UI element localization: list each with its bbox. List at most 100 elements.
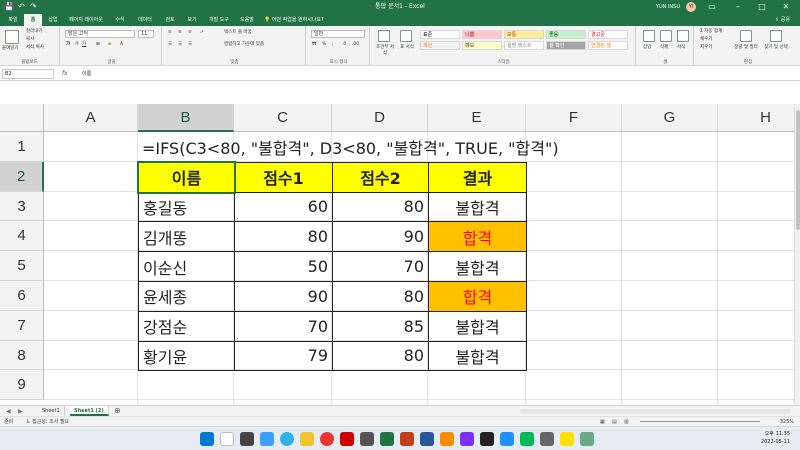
app-icon[interactable] [360,432,374,446]
score2-cell[interactable]: 85 [332,310,429,342]
avatar[interactable]: YI [686,2,696,12]
horizontal-scrollbar[interactable] [520,409,790,414]
score1-cell[interactable]: 90 [234,281,333,312]
tab-formulas[interactable]: 수식 [110,14,130,26]
zoom-slider[interactable] [640,417,760,422]
formula-input[interactable]: 이름 [80,69,780,79]
powerpoint-icon[interactable] [400,432,414,446]
name-cell[interactable]: 김개똥 [138,221,235,253]
user-name[interactable]: YUN INSU [656,1,680,13]
score2-cell[interactable]: 80 [332,340,429,372]
column-header-g[interactable]: G [622,104,718,132]
row-header-6[interactable]: 6 [0,281,44,311]
tab-help[interactable]: 도움말 [236,14,258,26]
tab-file[interactable]: 파일 [4,14,22,26]
tab-developer[interactable]: 개발 도구 [204,14,234,26]
task-view-icon[interactable] [240,432,254,446]
app-icon-4[interactable] [500,432,514,446]
tell-me-search[interactable]: 💡 어떤 작업을 원하시나요? [264,14,344,26]
fill-button[interactable]: 채우기 [700,37,712,43]
table-format-button[interactable]: 표 서식 [398,45,416,51]
find-select-icon[interactable] [770,30,782,42]
align-top-icon[interactable]: ≡ [168,30,172,36]
autosum-button[interactable]: Σ 자동 합계 [700,29,722,35]
scroll-thumb[interactable] [796,110,800,230]
opera-icon[interactable] [340,432,354,446]
currency-icon[interactable]: ₩ [312,42,316,48]
column-header-b[interactable]: B [138,104,234,132]
clear-button[interactable]: 지우기 [700,45,712,51]
align-center-icon[interactable]: ☰ [178,42,182,48]
settings-icon[interactable] [540,432,554,446]
cell-style-option[interactable]: 설명 텍스트 [504,41,544,50]
search-icon[interactable] [220,432,234,446]
worksheet-grid[interactable]: A B C D E F G H 1 2 3 4 5 6 7 8 9 =IFS(C3<80, "불합격", D3<8… [0,104,794,405]
font-name-select[interactable]: 맑은 고딕 [65,30,135,38]
row-header-7[interactable]: 7 [0,310,44,341]
cell-style-option[interactable]: 보통 [504,30,544,39]
taskbar-clock[interactable]: 오후 11:35 2022-05-11 [761,430,790,446]
tab-insert[interactable]: 삽입 [44,14,62,26]
result-cell[interactable]: 불합격 [428,191,527,223]
align-middle-icon[interactable]: ≡ [178,30,182,36]
fx-icon[interactable]: fx [62,69,68,79]
row-header-2[interactable]: 2 [0,161,44,192]
table-header-cell[interactable]: 이름 [138,161,235,193]
insert-cells-icon[interactable] [643,30,655,42]
row-header-5[interactable]: 5 [0,251,44,281]
score2-cell[interactable]: 80 [332,191,429,223]
sort-filter-icon[interactable] [740,30,752,42]
score1-cell[interactable]: 50 [234,251,333,282]
bold-button[interactable]: 가 [66,42,70,48]
score1-cell[interactable]: 80 [234,221,333,253]
align-left-icon[interactable]: ☰ [168,42,172,48]
vertical-scrollbar[interactable] [794,104,800,405]
kakaotalk-icon[interactable] [560,432,574,446]
table-header-cell[interactable]: 결과 [428,161,527,193]
fill-color-icon[interactable]: ◆ [108,42,111,48]
add-sheet-icon[interactable]: ⊕ [114,406,121,416]
column-header-c[interactable]: C [234,104,332,132]
delete-cells-icon[interactable] [660,30,672,42]
name-cell[interactable]: 홍길동 [138,191,235,223]
delete-cells-button[interactable]: 삭제 [660,45,668,51]
row-header-8[interactable]: 8 [0,340,44,371]
score1-cell[interactable]: 60 [234,191,333,223]
cell-style-option[interactable]: 연결된 셀 [588,41,628,50]
tab-review[interactable]: 검토 [160,14,180,26]
cell-style-option[interactable]: 좋음 [546,30,586,39]
number-format-select[interactable]: 일반 [311,30,365,38]
insert-cells-button[interactable]: 삽입 [643,45,651,51]
paste-button[interactable]: 붙여넣기 [2,46,19,52]
excel-icon[interactable] [380,432,394,446]
close-button[interactable]: ✕ [774,0,798,14]
format-painter-button[interactable]: 서식 복사 [26,45,44,51]
tab-home[interactable]: 홈 [24,14,42,26]
score2-cell[interactable]: 90 [332,221,429,253]
font-color-icon[interactable]: A [120,42,123,48]
result-cell[interactable]: 합격 [428,221,527,253]
app-icon-2[interactable] [440,432,454,446]
borders-icon[interactable]: ⊞ [96,42,100,48]
edge-icon[interactable] [280,432,294,446]
column-header-a[interactable]: A [44,104,138,132]
result-cell[interactable]: 불합격 [428,251,527,282]
windows-start-icon[interactable] [200,432,214,446]
format-cells-icon[interactable] [677,30,689,42]
conditional-format-icon[interactable] [378,30,390,42]
column-header-e[interactable]: E [428,104,526,132]
cell-style-option[interactable]: 계산 [420,41,460,50]
score1-cell[interactable]: 79 [234,340,333,372]
row-header-3[interactable]: 3 [0,191,44,222]
wrap-text-button[interactable]: 텍스트 줄 바꿈 [224,30,252,36]
percent-icon[interactable]: % [322,42,326,48]
widgets-icon[interactable] [260,432,274,446]
name-cell[interactable]: 이순신 [138,251,235,282]
conditional-format-button[interactable]: 조건부 서식 [374,45,396,57]
minimize-button[interactable]: – [726,0,750,14]
sheet-tab-sheet1[interactable]: Sheet1 [38,406,65,416]
cut-button[interactable]: 잘라내기 [26,29,43,35]
result-cell[interactable]: 합격 [428,281,527,312]
comma-icon[interactable]: , [332,42,333,48]
underline-button[interactable]: 가 [82,42,86,48]
